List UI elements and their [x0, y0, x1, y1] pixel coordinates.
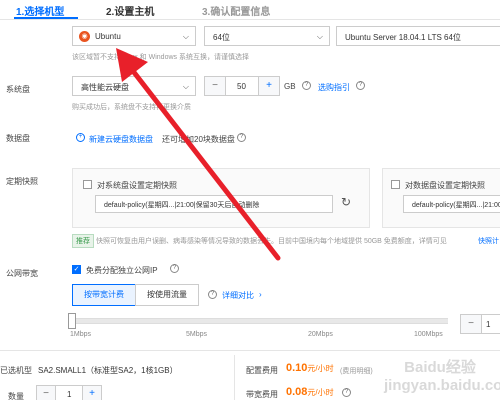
annotation-arrow [116, 48, 281, 261]
annotation-arrow-head [116, 48, 148, 82]
annotation-arrow-shaft [123, 59, 281, 261]
